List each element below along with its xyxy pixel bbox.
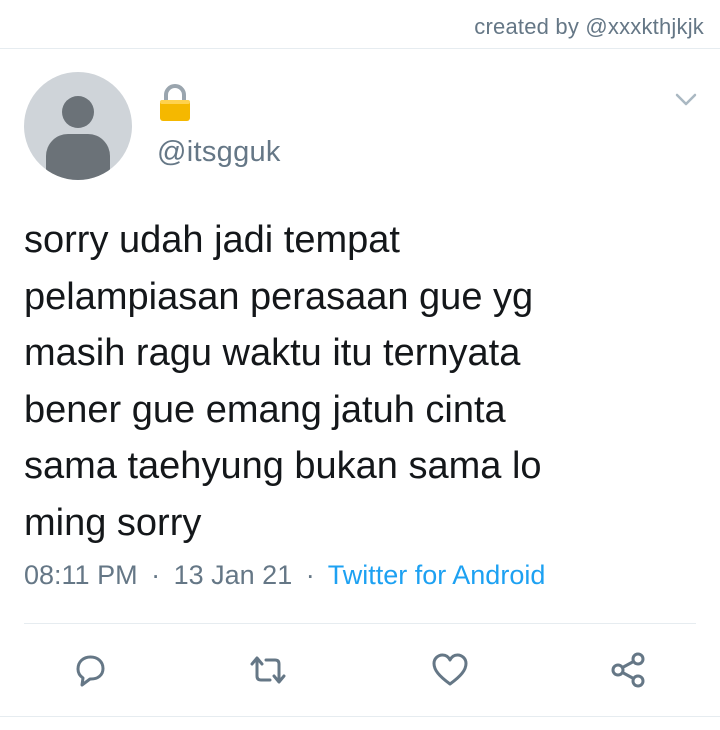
- actions-divider: [24, 623, 696, 624]
- heart-icon: [432, 653, 468, 686]
- avatar-head: [62, 96, 94, 128]
- share-icon: [611, 652, 645, 688]
- like-button[interactable]: [428, 648, 472, 692]
- footer-divider: [0, 716, 720, 717]
- share-button[interactable]: [606, 648, 650, 692]
- top-divider: [0, 48, 720, 49]
- retweet-icon: [250, 656, 286, 684]
- meta-separator: ·: [305, 560, 315, 590]
- user-handle[interactable]: @itsgguk: [157, 136, 281, 169]
- lock-icon: [160, 84, 190, 121]
- avatar-body: [46, 134, 110, 180]
- tweet-date: 13 Jan 21: [173, 560, 293, 590]
- avatar[interactable]: [24, 72, 132, 180]
- meta-separator: ·: [151, 560, 161, 590]
- watermark-credit: created by @xxxkthjkjk: [474, 14, 704, 39]
- reply-button[interactable]: [68, 648, 112, 692]
- tweet-source-link[interactable]: Twitter for Android: [328, 560, 546, 590]
- reply-icon: [76, 655, 105, 687]
- chevron-down-icon[interactable]: [674, 92, 698, 108]
- tweet-text: sorry udah jadi tempat pelampiasan peras…: [24, 219, 542, 544]
- tweet-time: 08:11 PM: [24, 560, 138, 590]
- retweet-button[interactable]: [246, 648, 290, 692]
- tweet-meta: 08:11 PM · 13 Jan 21 · Twitter for Andro…: [24, 560, 545, 591]
